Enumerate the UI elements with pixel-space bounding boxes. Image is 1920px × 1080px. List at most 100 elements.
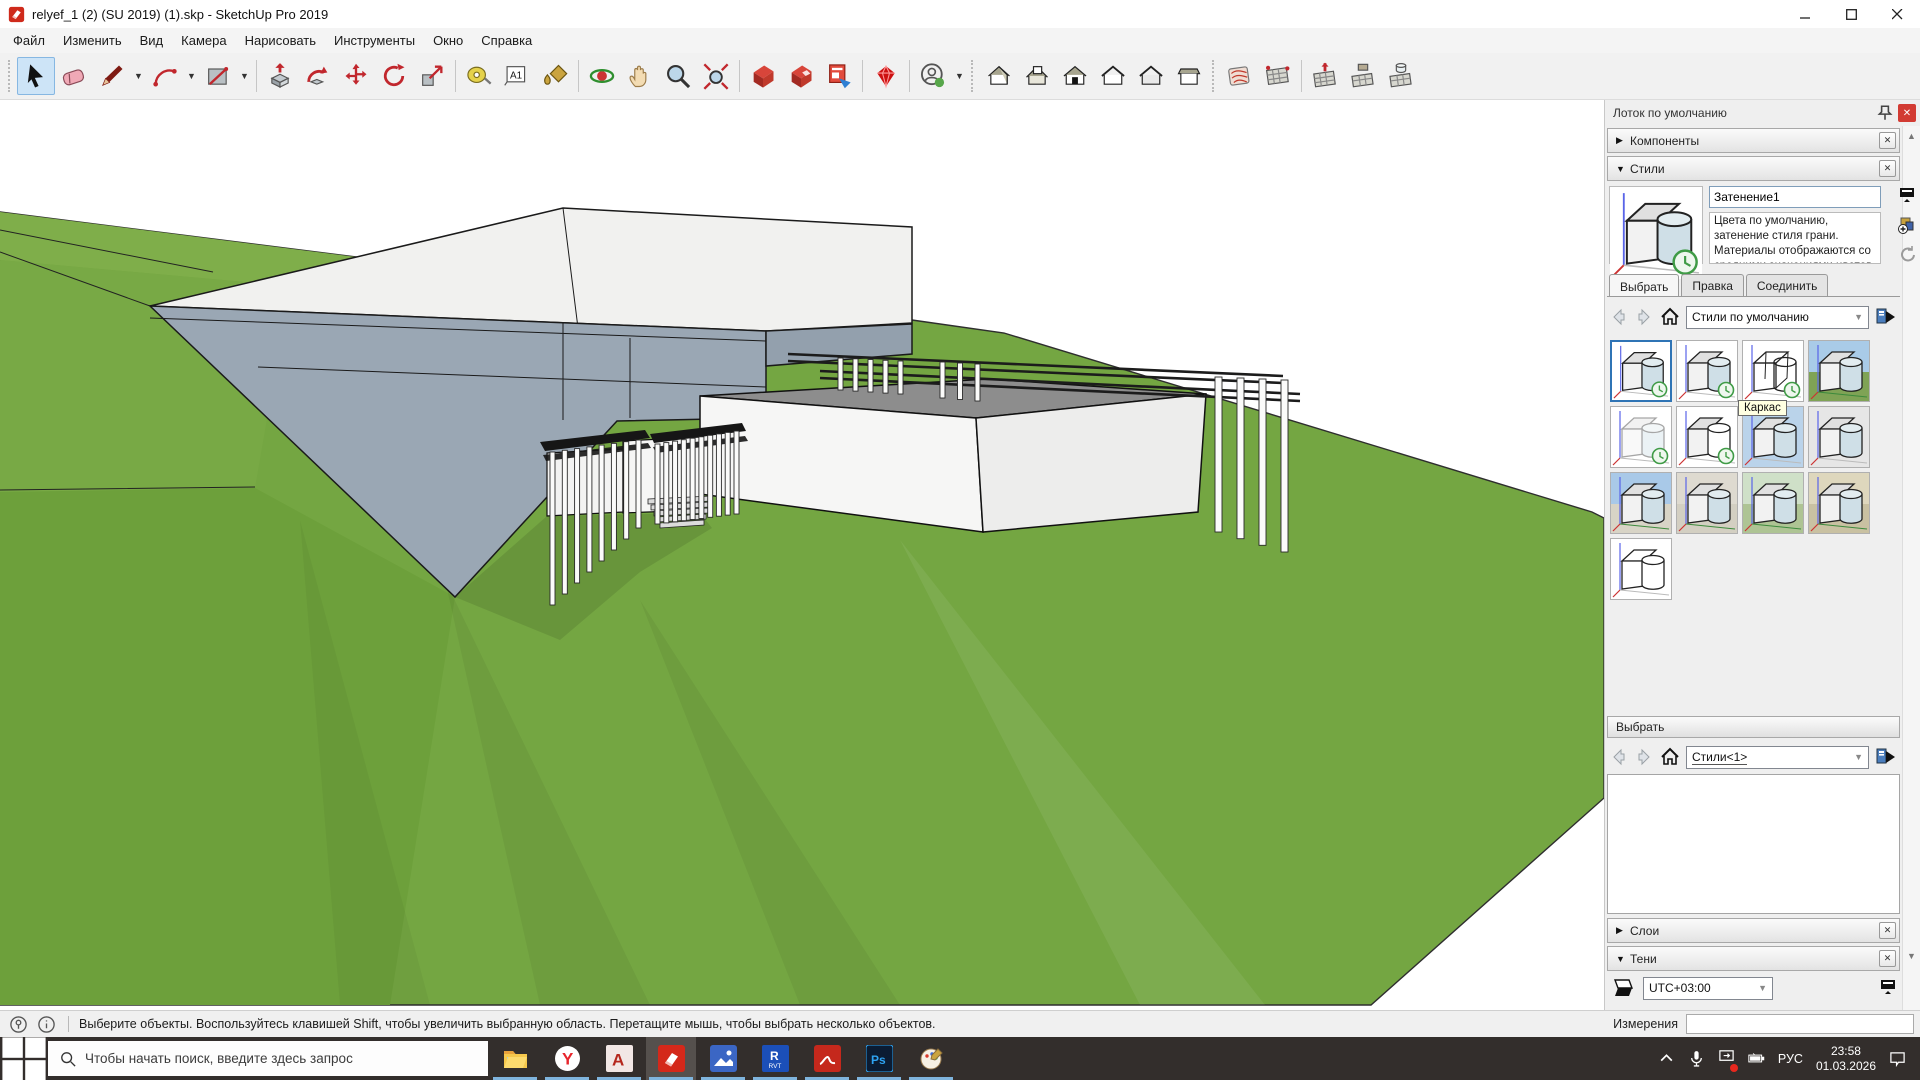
tab-mix[interactable]: Соединить <box>1746 274 1829 296</box>
menu-item-5[interactable]: Нарисовать <box>236 30 325 51</box>
menu-item-2[interactable]: Изменить <box>54 30 131 51</box>
taskbar-app-file-explorer[interactable] <box>490 1037 540 1080</box>
toolbar-drag-handle[interactable] <box>971 60 977 92</box>
follow-me-tool[interactable] <box>299 57 337 95</box>
section-components-close[interactable]: ✕ <box>1879 132 1896 149</box>
style-thumbnail-9[interactable] <box>1610 472 1672 534</box>
clock[interactable]: 23:58 01.03.2026 <box>1816 1044 1876 1074</box>
menu-item-7[interactable]: Окно <box>424 30 472 51</box>
scroll-down-icon[interactable]: ▼ <box>1903 948 1920 964</box>
select-tool[interactable] <box>17 57 55 95</box>
arc-dropdown-icon[interactable]: ▼ <box>184 57 199 95</box>
action-center-icon[interactable] <box>1889 1050 1906 1067</box>
view-front-tool[interactable] <box>1056 57 1094 95</box>
ruby-console-tool[interactable] <box>867 57 905 95</box>
push-pull-tool[interactable] <box>261 57 299 95</box>
arc-tool[interactable] <box>146 57 184 95</box>
secondary-styles-list[interactable] <box>1607 774 1900 914</box>
style-thumbnail-5[interactable] <box>1610 406 1672 468</box>
details-menu-icon[interactable] <box>1874 305 1898 329</box>
view-iso-tool[interactable] <box>980 57 1018 95</box>
taskbar-app-sketchup[interactable] <box>646 1037 696 1080</box>
style-thumbnail-3[interactable] <box>1742 340 1804 402</box>
line-tool[interactable] <box>93 57 131 95</box>
taskbar-app-photoshop[interactable]: Ps <box>854 1037 904 1080</box>
taskbar-app-yandex-browser[interactable]: Y <box>542 1037 592 1080</box>
zoom-tool[interactable] <box>659 57 697 95</box>
taskbar-app-paint[interactable] <box>906 1037 956 1080</box>
back-arrow-icon[interactable] <box>1609 747 1629 767</box>
style-thumbnail-11[interactable] <box>1742 472 1804 534</box>
from-scratch-tool[interactable] <box>1259 57 1297 95</box>
styles-collection-dropdown[interactable]: Стили по умолчанию ▼ <box>1686 306 1869 329</box>
details-menu-icon[interactable] <box>1874 745 1898 769</box>
eraser-tool[interactable] <box>55 57 93 95</box>
section-layers-close[interactable]: ✕ <box>1879 922 1896 939</box>
section-layers[interactable]: ▶ Слои ✕ <box>1607 918 1900 943</box>
show-secondary-pane-icon[interactable] <box>1897 186 1917 206</box>
measurements-input[interactable] <box>1686 1014 1914 1034</box>
style-thumbnail-4[interactable] <box>1808 340 1870 402</box>
display-sync-icon[interactable] <box>1718 1048 1735 1070</box>
tab-select[interactable]: Выбрать <box>1609 274 1679 297</box>
taskbar-app-photos[interactable] <box>698 1037 748 1080</box>
section-shadows[interactable]: ▼ Тени ✕ <box>1607 946 1900 971</box>
view-top-tool[interactable] <box>1018 57 1056 95</box>
view-back-tool[interactable] <box>1170 57 1208 95</box>
home-icon[interactable] <box>1659 746 1681 768</box>
style-thumbnail-13[interactable] <box>1610 538 1672 600</box>
extension-warehouse-tool[interactable] <box>782 57 820 95</box>
rotate-tool[interactable] <box>375 57 413 95</box>
view-left-tool[interactable] <box>1132 57 1170 95</box>
forward-arrow-icon[interactable] <box>1634 747 1654 767</box>
drape-tool[interactable] <box>1382 57 1420 95</box>
create-new-style-icon[interactable] <box>1897 215 1917 235</box>
from-contours-tool[interactable] <box>1221 57 1259 95</box>
home-icon[interactable] <box>1659 306 1681 328</box>
scale-tool[interactable] <box>413 57 451 95</box>
style-thumbnail-2[interactable] <box>1676 340 1738 402</box>
viewport-canvas[interactable] <box>0 100 1604 1010</box>
battery-icon[interactable] <box>1748 1050 1765 1067</box>
stamp-tool[interactable] <box>1344 57 1382 95</box>
style-thumbnail-6[interactable] <box>1676 406 1738 468</box>
section-shadows-close[interactable]: ✕ <box>1879 950 1896 967</box>
section-components[interactable]: ▶ Компоненты ✕ <box>1607 128 1900 153</box>
section-styles[interactable]: ▼ Стили ✕ <box>1607 156 1900 181</box>
account-dropdown-icon[interactable]: ▼ <box>952 57 967 95</box>
toolbar-drag-handle[interactable] <box>8 60 14 92</box>
rectangle-dropdown-icon[interactable]: ▼ <box>237 57 252 95</box>
language-indicator[interactable]: РУС <box>1778 1052 1803 1066</box>
taskbar-search[interactable] <box>48 1041 488 1076</box>
info-icon[interactable] <box>37 1015 56 1034</box>
minimize-button[interactable] <box>1782 0 1828 28</box>
line-dropdown-icon[interactable]: ▼ <box>131 57 146 95</box>
paint-bucket-tool[interactable] <box>536 57 574 95</box>
menu-item-1[interactable]: Файл <box>4 30 54 51</box>
orbit-tool[interactable] <box>583 57 621 95</box>
timezone-dropdown[interactable]: UTC+03:00 ▼ <box>1643 977 1773 1000</box>
style-description[interactable]: Цвета по умолчанию, затенение стиля гран… <box>1709 212 1881 264</box>
viewport[interactable] <box>0 100 1604 1010</box>
back-arrow-icon[interactable] <box>1609 307 1629 327</box>
search-input[interactable] <box>85 1051 465 1066</box>
pin-icon[interactable] <box>1876 104 1894 122</box>
secondary-styles-dropdown[interactable]: Стили<1> ▼ <box>1686 746 1869 769</box>
update-style-icon[interactable] <box>1897 244 1917 264</box>
menu-item-3[interactable]: Вид <box>131 30 173 51</box>
taskbar-app-acrobat[interactable] <box>802 1037 852 1080</box>
maximize-button[interactable] <box>1828 0 1874 28</box>
taskbar-app-autocad[interactable]: A <box>594 1037 644 1080</box>
zoom-extents-tool[interactable] <box>697 57 735 95</box>
style-thumbnail-8[interactable] <box>1808 406 1870 468</box>
tray-expand-icon[interactable] <box>1658 1050 1675 1067</box>
style-thumbnail-10[interactable] <box>1676 472 1738 534</box>
taskbar-app-revit[interactable]: RRVT <box>750 1037 800 1080</box>
tab-edit[interactable]: Правка <box>1681 274 1744 296</box>
forward-arrow-icon[interactable] <box>1634 307 1654 327</box>
toolbar-drag-handle[interactable] <box>1212 60 1218 92</box>
tape-measure-tool[interactable] <box>460 57 498 95</box>
move-tool[interactable] <box>337 57 375 95</box>
menu-item-4[interactable]: Камера <box>172 30 235 51</box>
microphone-icon[interactable] <box>1688 1050 1705 1067</box>
